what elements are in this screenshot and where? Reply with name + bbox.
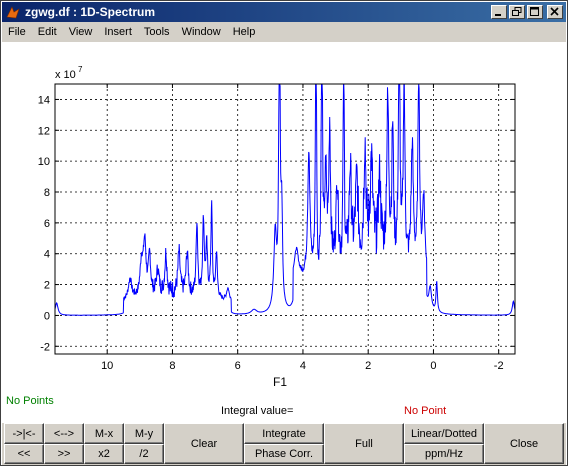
ppm-hz-button[interactable]: ppm/Hz (404, 444, 484, 464)
y-tick-label: 12 (38, 125, 50, 137)
y-tick-label: 14 (38, 94, 50, 106)
close-icon (550, 7, 559, 16)
x2-button[interactable]: x2 (84, 444, 124, 464)
clear-button[interactable]: Clear (164, 423, 244, 464)
y-tick-label: 4 (44, 249, 50, 261)
y-tick-label: -2 (40, 341, 50, 353)
linear-dotted-button[interactable]: Linear/Dotted (404, 423, 484, 444)
x-tick-label: 6 (235, 360, 241, 372)
point-status: No Point (404, 405, 447, 417)
menu-view[interactable]: View (63, 26, 99, 38)
menu-bar: File Edit View Insert Tools Window Help (2, 22, 566, 43)
x-tick-label: -2 (494, 360, 504, 372)
x-axis-label: F1 (273, 375, 287, 389)
points-status: No Points (6, 395, 54, 407)
y-tick-label: 8 (44, 187, 50, 199)
close-button-main[interactable]: Close (484, 423, 564, 464)
y-exponent-label: x 10 (55, 69, 76, 81)
y-tick-label: 0 (44, 310, 50, 322)
window-title: zgwg.df : 1D-Spectrum (25, 5, 156, 19)
maximize-icon (530, 7, 539, 16)
status-row: No Points Integral value= No Point (2, 393, 566, 423)
integral-value-label: Integral value= (221, 405, 294, 417)
menu-insert[interactable]: Insert (98, 26, 138, 38)
m-x-button[interactable]: M-x (84, 423, 124, 444)
m-y-button[interactable]: M-y (124, 423, 164, 444)
x-tick-label: 8 (169, 360, 175, 372)
restore-icon (512, 7, 522, 16)
spectrum-plot[interactable]: -2 0 2 4 6 8 10 12 14 10 8 6 4 2 0 -2 x 10 7 F1 (2, 43, 566, 393)
x-tick-label: 2 (365, 360, 371, 372)
half-button[interactable]: /2 (124, 444, 164, 464)
restore-button[interactable] (509, 5, 525, 19)
figure-area: -2 0 2 4 6 8 10 12 14 10 8 6 4 2 0 -2 x 10 7 F1 (2, 43, 566, 423)
menu-help[interactable]: Help (227, 26, 262, 38)
menu-file[interactable]: File (2, 26, 32, 38)
matlab-logo-icon (5, 4, 21, 20)
x-tick-label: 10 (101, 360, 113, 372)
close-button[interactable] (547, 5, 563, 19)
integrate-button[interactable]: Integrate (244, 423, 324, 444)
menu-tools[interactable]: Tools (138, 26, 176, 38)
shift-center-button[interactable]: ->|<- (4, 423, 44, 444)
spectrum-window: zgwg.df : 1D-Spectrum File Edit View Ins… (0, 0, 568, 466)
expand-button[interactable]: <--> (44, 423, 84, 444)
menu-edit[interactable]: Edit (32, 26, 63, 38)
shift-right-button[interactable]: >> (44, 444, 84, 464)
minimize-icon (495, 14, 501, 16)
button-bar: ->|<- <--> M-x M-y << >> x2 /2 Clear Int… (2, 423, 566, 465)
y-exponent-power: 7 (78, 65, 83, 74)
shift-left-button[interactable]: << (4, 444, 44, 464)
minimize-button[interactable] (491, 5, 507, 19)
y-tick-label: 2 (44, 280, 50, 292)
x-tick-label: 4 (300, 360, 306, 372)
menu-window[interactable]: Window (176, 26, 227, 38)
title-bar[interactable]: zgwg.df : 1D-Spectrum (2, 2, 566, 22)
y-tick-label: 6 (44, 218, 50, 230)
phase-corr-button[interactable]: Phase Corr. (244, 444, 324, 464)
maximize-button[interactable] (527, 5, 543, 19)
y-tick-label: 10 (38, 156, 50, 168)
full-button[interactable]: Full (324, 423, 404, 464)
x-tick-label: 0 (430, 360, 436, 372)
spectrum-trace (54, 83, 516, 316)
